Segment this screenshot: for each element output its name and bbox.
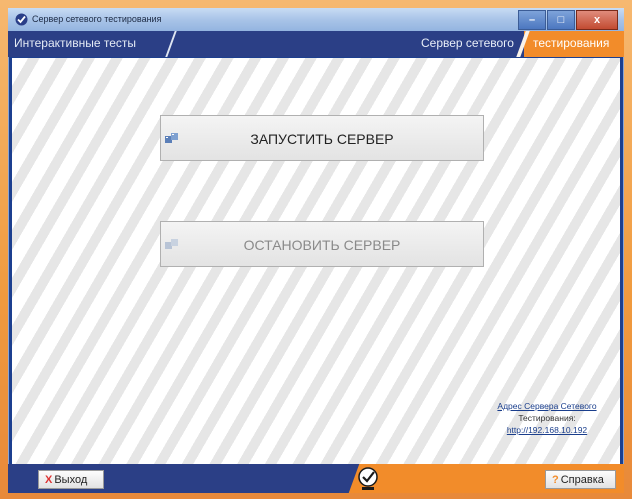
start-server-label: ЗАПУСТИТЬ СЕРВЕР (250, 131, 394, 147)
server-address: Адрес Сервера Сетевого Тестирования: htt… (482, 400, 612, 436)
close-button[interactable]: x (576, 10, 618, 30)
address-line1: Адрес Сервера Сетевого (497, 401, 597, 411)
window-controls: – □ x (517, 10, 618, 30)
tab-interactive-tests[interactable]: Интерактивные тесты (14, 36, 136, 50)
title-bar[interactable]: Сервер сетевого тестирования – □ x (8, 8, 624, 32)
question-icon: ? (552, 473, 559, 486)
minimize-button[interactable]: – (518, 10, 546, 30)
maximize-button[interactable]: □ (547, 10, 575, 30)
check-logo-icon (358, 467, 378, 490)
app-header: Интерактивные тесты Сервер сетевого тест… (8, 31, 624, 57)
help-label: Справка (560, 473, 604, 486)
check-logo-icon (15, 13, 28, 26)
desktop-background: Сервер сетевого тестирования – □ x Интер… (0, 0, 632, 499)
address-line2: Тестирования: (518, 413, 576, 423)
start-server-button[interactable]: ЗАПУСТИТЬ СЕРВЕР (160, 115, 484, 161)
address-url[interactable]: http://192.168.10.192 (482, 424, 612, 436)
close-icon: x (593, 14, 601, 26)
window-title: Сервер сетевого тестирования (32, 14, 162, 24)
app-window: Сервер сетевого тестирования – □ x Интер… (8, 8, 624, 493)
header-title-part2: тестирования (533, 36, 610, 50)
help-button[interactable]: ? Справка (545, 470, 616, 489)
header-title-part1: Сервер сетевого (421, 36, 514, 50)
close-x-icon: X (45, 473, 53, 486)
footer-bar: X Выход ? Справка (8, 464, 624, 493)
maximize-icon: □ (557, 14, 565, 26)
stop-server-label: ОСТАНОВИТЬ СЕРВЕР (243, 237, 401, 253)
main-content: ЗАПУСТИТЬ СЕРВЕР ОСТАНОВИТЬ СЕРВЕР Адрес… (12, 58, 620, 464)
exit-label: Выход (54, 473, 88, 486)
minimize-icon: – (528, 14, 536, 26)
exit-button[interactable]: X Выход (38, 470, 104, 489)
stop-server-button[interactable]: ОСТАНОВИТЬ СЕРВЕР (160, 221, 484, 267)
header-divider (165, 31, 177, 57)
